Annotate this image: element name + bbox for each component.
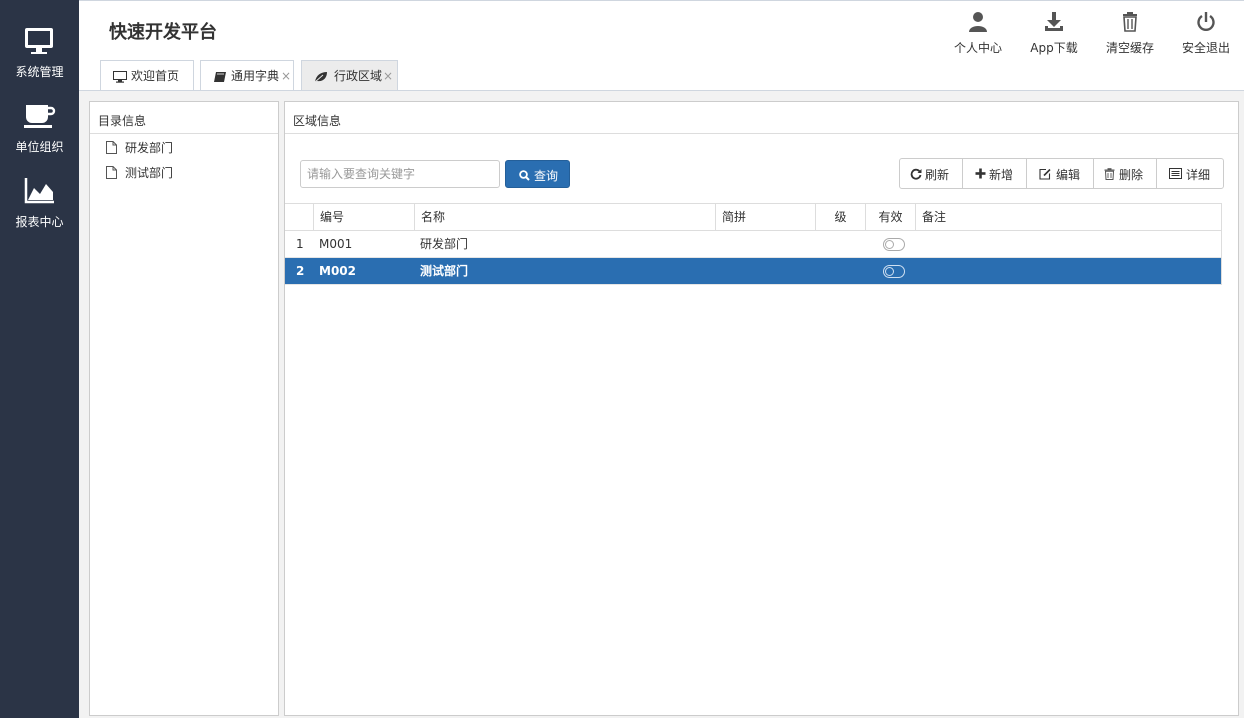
user-icon — [969, 12, 987, 32]
file-icon — [106, 166, 117, 179]
search-icon — [519, 170, 530, 181]
row-index: 1 — [296, 237, 304, 251]
cell-name: 研发部门 — [420, 237, 469, 251]
download-icon — [1045, 12, 1063, 31]
header-button-label: App下载 — [1030, 41, 1078, 55]
region-panel: 区域信息 查询 刷新 新增 — [284, 101, 1239, 716]
column-header-valid[interactable]: 有效 — [865, 204, 915, 231]
cell-level — [815, 231, 865, 257]
cell-code: M001 — [319, 237, 353, 251]
delete-button[interactable]: 删除 — [1094, 159, 1157, 188]
tree-item-label: 研发部门 — [125, 141, 174, 155]
header-button-label: 安全退出 — [1181, 41, 1230, 55]
cell-abbr — [715, 231, 815, 257]
tab-label: 行政区域 — [334, 69, 383, 83]
edit-label: 编辑 — [1056, 168, 1081, 182]
header-button-label: 清空缓存 — [1105, 41, 1154, 55]
delete-label: 删除 — [1119, 168, 1144, 182]
tab-label: 通用字典 — [231, 69, 280, 83]
nav-item-system-management[interactable]: 系统管理 — [0, 26, 79, 100]
area-chart-icon — [24, 178, 54, 204]
left-nav: 系统管理 单位组织 报表中心 — [0, 0, 79, 718]
personal-center-button[interactable]: 个人中心 — [943, 9, 1013, 59]
toggle-knob — [885, 240, 894, 249]
column-header-name[interactable]: 名称 — [414, 204, 715, 231]
book-icon — [214, 72, 226, 82]
content-area: 目录信息 研发部门 测试部门 区域信息 查询 — [79, 91, 1244, 718]
cell-name: 测试部门 — [420, 264, 469, 278]
edit-button[interactable]: 编辑 — [1027, 159, 1094, 188]
app-title: 快速开发平台 — [109, 22, 217, 43]
desktop-icon — [113, 71, 127, 83]
table-row-selected[interactable]: 2 M002 测试部门 — [285, 258, 1221, 285]
region-grid: 编号 名称 简拼 级 有效 备注 1 M001 研发部门 2 M002 测试部门 — [285, 203, 1222, 718]
valid-toggle[interactable] — [883, 265, 905, 278]
refresh-button[interactable]: 刷新 — [900, 159, 963, 188]
column-header-abbr[interactable]: 简拼 — [715, 204, 815, 231]
power-icon — [1197, 12, 1215, 31]
table-row[interactable]: 1 M001 研发部门 — [285, 231, 1221, 258]
search-button-label: 查询 — [534, 169, 559, 183]
row-index: 2 — [296, 264, 305, 278]
tab-close-icon[interactable]: × — [383, 61, 393, 91]
list-detail-icon — [1169, 168, 1182, 179]
search-input[interactable] — [300, 160, 500, 188]
monitor-icon — [25, 28, 53, 54]
divider — [90, 133, 278, 134]
grid-right-border — [1221, 203, 1222, 285]
cell-code: M002 — [319, 264, 356, 278]
leaf-icon — [314, 72, 327, 83]
action-toolbar: 刷新 新增 编辑 删除 详细 — [899, 158, 1224, 189]
cell-note — [915, 258, 1220, 284]
plus-icon — [975, 168, 986, 179]
column-header-code[interactable]: 编号 — [313, 204, 414, 231]
top-header: 快速开发平台 个人中心 App下载 清空缓存 安全退出 欢迎首页 通用字典 × … — [79, 0, 1244, 92]
catalog-panel-title: 目录信息 — [98, 114, 147, 128]
trash-icon — [1104, 168, 1115, 180]
trash-icon — [1123, 12, 1137, 32]
cell-note — [915, 231, 1220, 257]
app-download-button[interactable]: App下载 — [1019, 9, 1089, 59]
safe-exit-button[interactable]: 安全退出 — [1171, 9, 1241, 59]
toggle-knob — [885, 267, 894, 276]
add-button[interactable]: 新增 — [963, 159, 1027, 188]
column-header-level[interactable]: 级 — [815, 204, 865, 231]
tab-close-icon[interactable]: × — [281, 61, 291, 91]
cell-level — [815, 258, 865, 284]
tree-item-label: 测试部门 — [125, 166, 174, 180]
header-button-label: 个人中心 — [953, 41, 1002, 55]
coffee-cup-icon — [24, 105, 56, 128]
region-panel-title: 区域信息 — [293, 114, 342, 128]
nav-item-report-center[interactable]: 报表中心 — [0, 176, 79, 250]
detail-label: 详细 — [1186, 168, 1211, 182]
nav-item-unit-organization[interactable]: 单位组织 — [0, 101, 79, 175]
search-button[interactable]: 查询 — [505, 160, 570, 188]
file-icon — [106, 141, 117, 154]
tab-label: 欢迎首页 — [131, 69, 180, 83]
clear-cache-button[interactable]: 清空缓存 — [1095, 9, 1165, 59]
add-label: 新增 — [989, 168, 1014, 182]
catalog-panel: 目录信息 研发部门 测试部门 — [89, 101, 279, 716]
tab-administrative-region[interactable]: 行政区域 × — [301, 60, 398, 91]
grid-header: 编号 名称 简拼 级 有效 备注 — [285, 203, 1221, 231]
cell-abbr — [715, 258, 815, 284]
tab-general-dictionary[interactable]: 通用字典 × — [200, 60, 294, 92]
nav-label: 报表中心 — [15, 215, 64, 229]
refresh-icon — [910, 168, 922, 180]
valid-toggle[interactable] — [883, 238, 905, 251]
detail-button[interactable]: 详细 — [1157, 159, 1223, 188]
nav-label: 系统管理 — [15, 65, 64, 79]
divider — [285, 133, 1238, 134]
tab-welcome[interactable]: 欢迎首页 — [100, 60, 194, 92]
refresh-label: 刷新 — [925, 168, 950, 182]
column-header-note[interactable]: 备注 — [915, 204, 1220, 231]
nav-label: 单位组织 — [15, 140, 64, 154]
edit-icon — [1039, 168, 1051, 180]
